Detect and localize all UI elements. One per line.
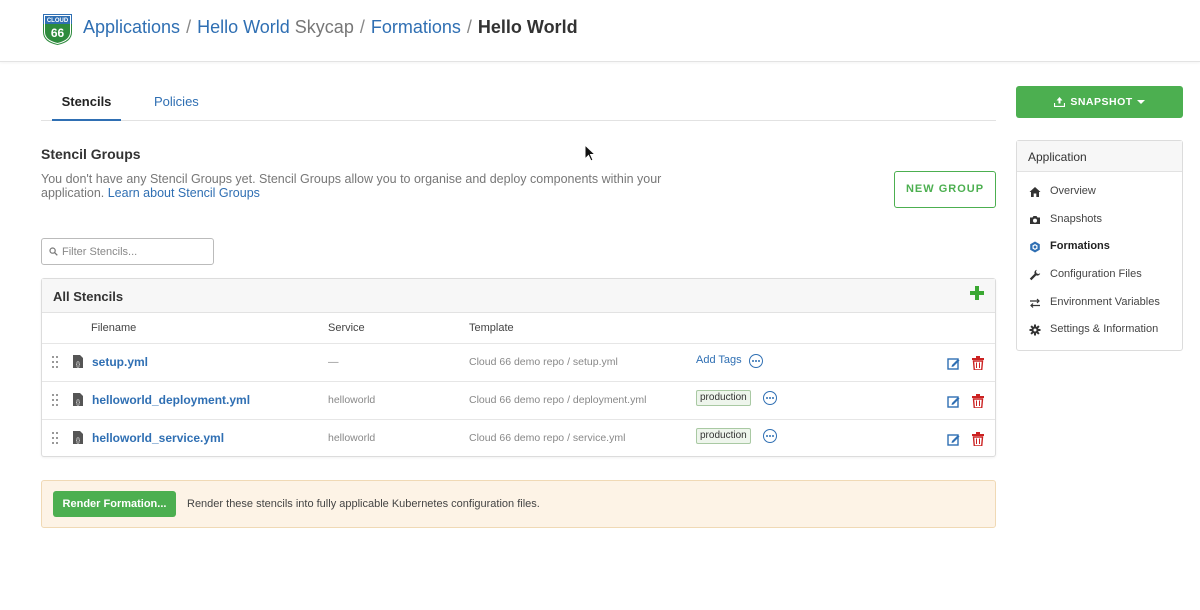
stencil-service: helloworld: [328, 432, 376, 444]
file-code-icon: {}: [73, 393, 83, 406]
application-sidebar: Application Overview Snapshots Formation…: [1016, 140, 1183, 351]
drag-handle-icon[interactable]: [52, 432, 58, 445]
more-options-icon[interactable]: [763, 391, 777, 405]
swap-icon: [1030, 298, 1040, 308]
sidebar-item-overview[interactable]: Overview: [1017, 182, 1182, 202]
wrench-icon: [1029, 269, 1041, 281]
new-group-button[interactable]: NEW GROUP: [894, 171, 996, 208]
delete-icon[interactable]: [972, 394, 984, 408]
stencil-filename-link[interactable]: setup.yml: [92, 355, 148, 369]
mouse-cursor-icon: [584, 144, 596, 162]
stencil-template: Cloud 66 demo repo / service.yml: [469, 432, 626, 444]
stencil-filename-link[interactable]: helloworld_service.yml: [92, 431, 224, 445]
table-row: {} setup.yml — Cloud 66 demo repo / setu…: [42, 343, 995, 381]
tab-stencils[interactable]: Stencils: [52, 94, 121, 121]
logo-top-text: CLOUD: [47, 18, 69, 24]
breadcrumb-formations[interactable]: Formations: [371, 17, 461, 37]
tag-badge: production: [696, 428, 751, 444]
sidebar-item-environment-variables[interactable]: Environment Variables: [1017, 293, 1182, 313]
delete-icon[interactable]: [972, 432, 984, 446]
breadcrumb-applications[interactable]: Applications: [83, 17, 180, 37]
more-options-icon[interactable]: [749, 354, 763, 368]
top-bar: CLOUD 66 Applications / Hello World Skycap…: [0, 0, 1200, 62]
drag-handle-icon[interactable]: [52, 356, 58, 369]
search-icon: [49, 247, 58, 256]
home-icon: [1029, 187, 1041, 197]
svg-text:{}: {}: [76, 362, 80, 368]
sidebar-item-settings[interactable]: Settings & Information: [1017, 320, 1182, 340]
breadcrumb: Applications / Hello World Skycap / Formatio…: [83, 17, 578, 37]
add-tags-link[interactable]: Add Tags: [696, 354, 742, 366]
stencil-template: Cloud 66 demo repo / setup.yml: [469, 356, 618, 368]
render-formation-bar: Render Formation... Render these stencil…: [41, 480, 996, 528]
snapshot-button[interactable]: SNAPSHOT: [1016, 86, 1183, 118]
sidebar-item-snapshots[interactable]: Snapshots: [1017, 210, 1182, 230]
learn-stencil-groups-link[interactable]: Learn about Stencil Groups: [108, 186, 260, 200]
table-row: {} helloworld_service.yml helloworld Clo…: [42, 419, 995, 457]
stencil-groups-title: Stencil Groups: [41, 146, 141, 162]
file-code-icon: {}: [73, 355, 83, 368]
breadcrumb-separator: /: [186, 17, 192, 37]
stencil-service: —: [328, 356, 339, 368]
sidebar-item-label: Formations: [1050, 240, 1110, 252]
edit-icon[interactable]: [947, 433, 960, 446]
render-description: Render these stencils into fully applica…: [187, 498, 540, 510]
tag-badge: production: [696, 390, 751, 406]
stencil-service: helloworld: [328, 394, 376, 406]
sidebar-item-label: Configuration Files: [1050, 268, 1142, 280]
sidebar-item-label: Settings & Information: [1050, 323, 1159, 335]
gear-icon: [1029, 324, 1041, 336]
upload-icon: [1054, 97, 1066, 108]
tab-policies[interactable]: Policies: [154, 94, 199, 109]
stencil-template: Cloud 66 demo repo / deployment.yml: [469, 394, 647, 406]
stencil-filename-link[interactable]: helloworld_deployment.yml: [92, 393, 250, 407]
breadcrumb-app[interactable]: Hello World: [197, 17, 290, 37]
camera-icon: [1030, 216, 1040, 224]
breadcrumb-current: Hello World: [477, 17, 578, 37]
cloud66-logo[interactable]: CLOUD 66: [41, 12, 74, 46]
more-options-icon[interactable]: [763, 429, 777, 443]
sidebar-item-label: Environment Variables: [1050, 296, 1160, 308]
chevron-down-icon: [1136, 100, 1145, 105]
column-header-template: Template: [469, 322, 514, 334]
filter-stencils-field[interactable]: [41, 238, 214, 265]
breadcrumb-app-type: Skycap: [294, 17, 354, 37]
tab-bar: Stencils Policies: [41, 82, 996, 121]
svg-text:{}: {}: [76, 400, 80, 406]
hexagon-icon: [1030, 241, 1040, 253]
panel-header: All Stencils: [42, 279, 995, 313]
sidebar-item-label: Snapshots: [1050, 213, 1102, 225]
add-stencil-icon[interactable]: [970, 286, 984, 300]
column-header-filename: Filename: [91, 322, 137, 334]
delete-icon[interactable]: [972, 356, 984, 370]
logo-bottom-text: 66: [51, 26, 65, 40]
sidebar-header: Application: [1017, 141, 1182, 172]
sidebar-item-configuration-files[interactable]: Configuration Files: [1017, 265, 1182, 285]
sidebar-item-formations[interactable]: Formations: [1017, 237, 1182, 257]
sidebar-item-label: Overview: [1050, 185, 1096, 197]
stencil-groups-description: You don't have any Stencil Groups yet. S…: [41, 172, 681, 200]
table-row: {} helloworld_deployment.yml helloworld …: [42, 381, 995, 419]
drag-handle-icon[interactable]: [52, 394, 58, 407]
tab-stencils-label: Stencils: [61, 94, 112, 109]
breadcrumb-separator: /: [466, 17, 472, 37]
all-stencils-panel: All Stencils Filename Service Template {…: [41, 278, 996, 457]
sidebar-title: Application: [1028, 150, 1087, 164]
render-formation-button[interactable]: Render Formation...: [53, 491, 176, 517]
breadcrumb-separator: /: [359, 17, 365, 37]
all-stencils-title: All Stencils: [53, 289, 124, 304]
snapshot-label: SNAPSHOT: [1070, 96, 1133, 108]
file-code-icon: {}: [73, 431, 83, 444]
edit-icon[interactable]: [947, 357, 960, 370]
svg-text:{}: {}: [76, 438, 80, 444]
column-header-service: Service: [328, 322, 365, 334]
filter-stencils-input[interactable]: [62, 243, 210, 261]
edit-icon[interactable]: [947, 395, 960, 408]
